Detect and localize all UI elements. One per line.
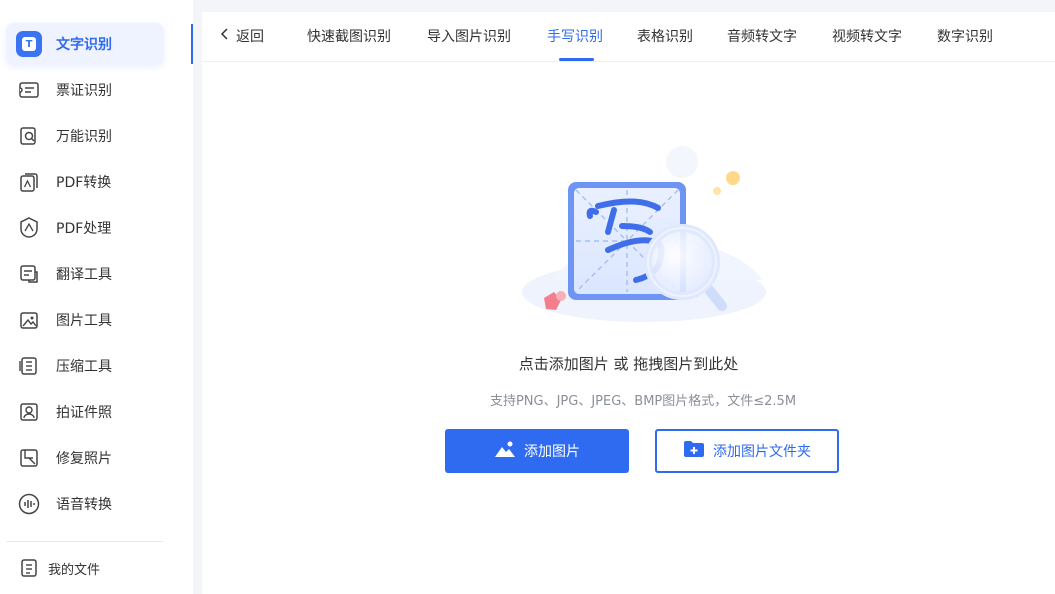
my-files-link[interactable]: 我的文件 xyxy=(6,550,164,586)
handwriting-illustration xyxy=(512,140,772,330)
compress-icon xyxy=(16,353,42,379)
active-tab-indicator xyxy=(559,58,594,61)
universal-recognition-icon xyxy=(16,123,42,149)
sidebar: T 文字识别 票证识别 万能识别 PDF转换 PDF处理 翻译工具 图片工具 压… xyxy=(0,0,193,594)
add-image-label: 添加图片 xyxy=(524,444,580,460)
folder-add-icon xyxy=(683,440,705,462)
sidebar-item-label: 文字识别 xyxy=(56,37,112,53)
sidebar-item-pdf-process[interactable]: PDF处理 xyxy=(6,207,164,249)
tab-table[interactable]: 表格识别 xyxy=(637,26,693,46)
chevron-left-icon xyxy=(220,27,230,45)
sidebar-active-indicator xyxy=(191,24,193,64)
document-icon xyxy=(16,555,42,581)
sidebar-divider xyxy=(6,541,164,542)
dropzone-title: 点击添加图片 或 拖拽图片到此处 xyxy=(518,355,739,373)
ticket-icon xyxy=(16,77,42,103)
voice-convert-icon xyxy=(16,491,42,517)
image-icon xyxy=(494,440,516,462)
sidebar-item-pdf-convert[interactable]: PDF转换 xyxy=(6,161,164,203)
sidebar-item-image-tools[interactable]: 图片工具 xyxy=(6,299,164,341)
tab-handwriting[interactable]: 手写识别 xyxy=(547,26,603,46)
pdf-process-icon xyxy=(16,215,42,241)
my-files-label: 我的文件 xyxy=(48,562,101,578)
pdf-convert-icon xyxy=(16,169,42,195)
sidebar-item-compress[interactable]: 压缩工具 xyxy=(6,345,164,387)
sidebar-item-label: PDF转换 xyxy=(56,175,112,191)
dropzone-hint: 支持PNG、JPG、JPEG、BMP图片格式，文件≤2.5M xyxy=(489,394,797,409)
sidebar-item-photo-repair[interactable]: 修复照片 xyxy=(6,437,164,479)
sidebar-item-label: 图片工具 xyxy=(56,313,112,329)
sidebar-item-label: PDF处理 xyxy=(56,221,112,237)
back-label: 返回 xyxy=(236,29,264,45)
id-photo-icon xyxy=(16,399,42,425)
sidebar-item-id-photo[interactable]: 拍证件照 xyxy=(6,391,164,433)
translate-icon xyxy=(16,261,42,287)
sidebar-item-label: 拍证件照 xyxy=(56,405,112,421)
tab-bar: 返回 快速截图识别 导入图片识别 手写识别 表格识别 音频转文字 视频转文字 数… xyxy=(202,12,1055,62)
sidebar-item-label: 万能识别 xyxy=(56,129,112,145)
sidebar-item-universal-recognition[interactable]: 万能识别 xyxy=(6,115,164,157)
sidebar-item-label: 票证识别 xyxy=(56,83,112,99)
sidebar-item-translate[interactable]: 翻译工具 xyxy=(6,253,164,295)
sidebar-item-voice-convert[interactable]: 语音转换 xyxy=(6,483,164,525)
tab-video-to-text[interactable]: 视频转文字 xyxy=(832,26,902,46)
sidebar-item-label: 修复照片 xyxy=(56,451,112,467)
add-folder-label: 添加图片文件夹 xyxy=(713,444,811,460)
tab-audio-to-text[interactable]: 音频转文字 xyxy=(727,26,797,46)
add-folder-button[interactable]: 添加图片文件夹 xyxy=(655,429,839,473)
main-panel: 返回 快速截图识别 导入图片识别 手写识别 表格识别 音频转文字 视频转文字 数… xyxy=(202,12,1055,594)
sidebar-item-label: 语音转换 xyxy=(56,497,112,513)
photo-repair-icon xyxy=(16,445,42,471)
add-image-button[interactable]: 添加图片 xyxy=(445,429,629,473)
tab-quick-screenshot[interactable]: 快速截图识别 xyxy=(307,26,391,46)
tab-import-image[interactable]: 导入图片识别 xyxy=(427,26,511,46)
image-tool-icon xyxy=(16,307,42,333)
text-recognition-icon: T xyxy=(16,31,42,57)
sidebar-item-label: 翻译工具 xyxy=(56,267,112,283)
back-button[interactable]: 返回 xyxy=(220,26,264,46)
sidebar-item-text-recognition[interactable]: T 文字识别 xyxy=(6,23,164,65)
sidebar-item-label: 压缩工具 xyxy=(56,359,112,375)
sidebar-item-ticket-recognition[interactable]: 票证识别 xyxy=(6,69,164,111)
tab-digit[interactable]: 数字识别 xyxy=(937,26,993,46)
